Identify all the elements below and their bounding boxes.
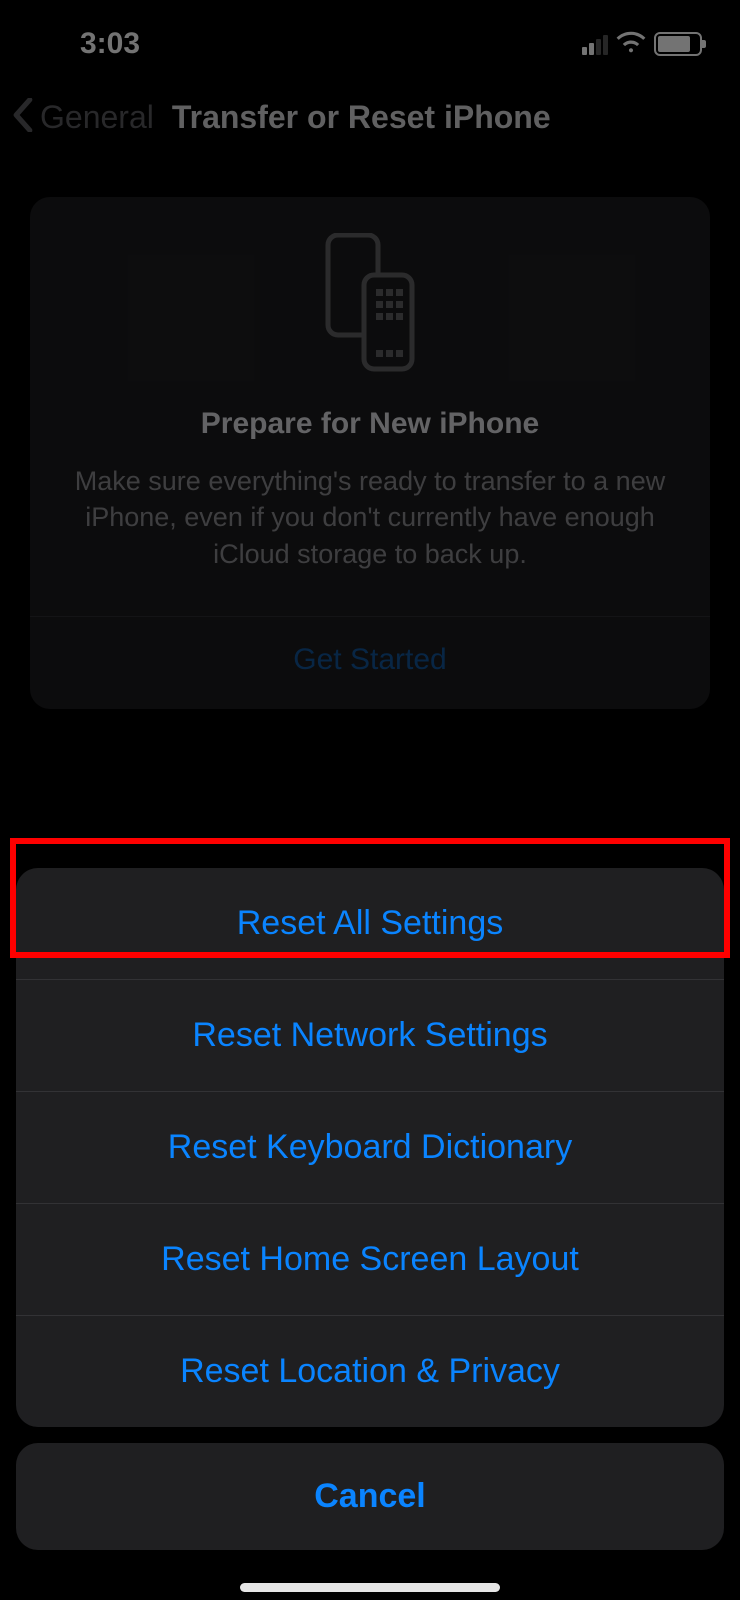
get-started-button[interactable]: Get Started: [58, 617, 682, 709]
prepare-title: Prepare for New iPhone: [58, 407, 682, 441]
wifi-icon: [616, 31, 646, 58]
prepare-card: Prepare for New iPhone Make sure everyth…: [30, 197, 710, 709]
prepare-description: Make sure everything's ready to transfer…: [58, 463, 682, 572]
nav-bar: General Transfer or Reset iPhone: [0, 70, 740, 137]
reset-keyboard-dictionary-button[interactable]: Reset Keyboard Dictionary: [16, 1092, 724, 1204]
nav-back-label[interactable]: General: [40, 99, 154, 136]
reset-home-screen-layout-button[interactable]: Reset Home Screen Layout: [16, 1204, 724, 1316]
reset-network-settings-button[interactable]: Reset Network Settings: [16, 980, 724, 1092]
cellular-icon: [582, 33, 608, 55]
page-title: Transfer or Reset iPhone: [172, 99, 551, 136]
action-sheet-group: Reset All Settings Reset Network Setting…: [16, 868, 724, 1427]
chevron-back-icon[interactable]: [12, 98, 34, 137]
status-bar: 3:03: [0, 0, 740, 70]
reset-all-settings-button[interactable]: Reset All Settings: [16, 868, 724, 980]
reset-location-privacy-button[interactable]: Reset Location & Privacy: [16, 1316, 724, 1427]
cancel-button[interactable]: Cancel: [16, 1443, 724, 1550]
status-icons: [582, 31, 710, 58]
main-content: Prepare for New iPhone Make sure everyth…: [0, 137, 740, 709]
action-sheet: Reset All Settings Reset Network Setting…: [16, 868, 724, 1550]
status-time: 3:03: [30, 27, 140, 61]
phones-icon: [58, 233, 682, 407]
battery-icon: [654, 32, 702, 56]
home-indicator[interactable]: [240, 1583, 500, 1592]
cancel-group: Cancel: [16, 1443, 724, 1550]
